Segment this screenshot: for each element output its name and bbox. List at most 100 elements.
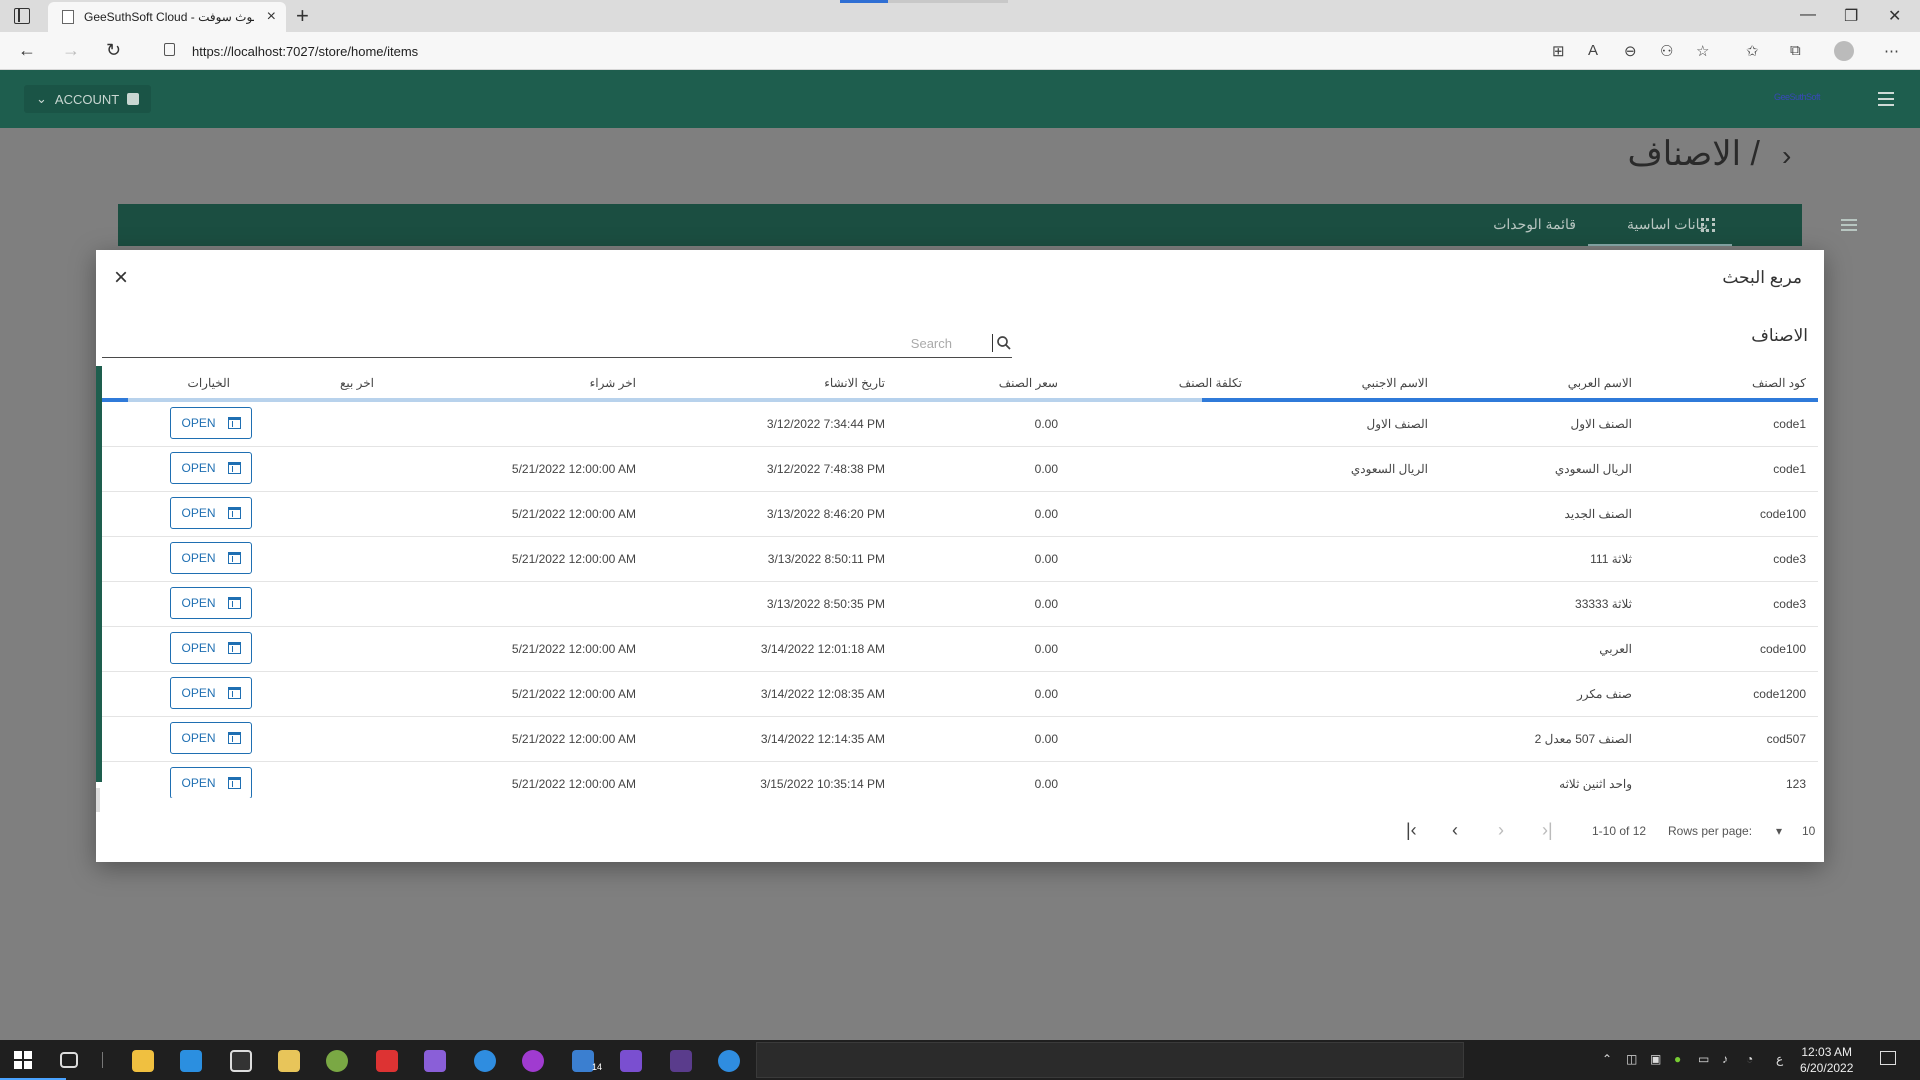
notifications-icon[interactable] <box>1880 1051 1896 1065</box>
url-text[interactable]: https://localhost:7027/store/home/items <box>192 44 418 59</box>
tab-close-icon[interactable]: × <box>267 8 276 26</box>
table-row[interactable]: 123 واحد اثنين ثلاثه 0.00 3/15/2022 10:3… <box>102 762 1818 798</box>
more-icon[interactable]: ⋯ <box>1884 42 1899 60</box>
edge-active-icon[interactable] <box>718 1050 740 1072</box>
minimize-icon[interactable]: — <box>1800 6 1816 24</box>
app-x-icon[interactable] <box>376 1050 398 1072</box>
table-row[interactable]: code100 العربي 0.00 3/14/2022 12:01:18 A… <box>102 627 1818 672</box>
table-row[interactable]: code3 ثلاثة 33333 0.00 3/13/2022 8:50:35… <box>102 582 1818 627</box>
cell-code: cod507 <box>1766 732 1806 746</box>
editor-icon[interactable] <box>230 1050 252 1072</box>
table-row[interactable]: cod507 الصنف 507 معدل 2 0.00 3/14/2022 1… <box>102 717 1818 762</box>
cell-created: 3/13/2022 8:50:11 PM <box>767 552 885 566</box>
zoom-out-icon[interactable]: ⊖ <box>1624 42 1637 60</box>
restore-icon[interactable]: ❐ <box>1844 6 1858 26</box>
collections-icon[interactable]: ⧉ <box>1790 42 1801 59</box>
open-button[interactable]: OPEN <box>170 542 252 574</box>
network-icon[interactable]: ◔ <box>1746 1052 1753 1066</box>
open-label: OPEN <box>181 596 216 610</box>
tray-app-icon[interactable]: ◫ <box>1626 1052 1637 1066</box>
file-explorer-icon[interactable] <box>132 1050 154 1072</box>
col-english-name[interactable]: الاسم الاجنبي <box>1362 376 1428 390</box>
search-icon[interactable] <box>995 334 1013 352</box>
app-badge-icon[interactable] <box>572 1050 594 1072</box>
task-view-icon[interactable] <box>60 1052 78 1068</box>
table-row[interactable]: code100 الصنف الجديد 0.00 3/13/2022 8:46… <box>102 492 1818 537</box>
col-last-buy[interactable]: اخر شراء <box>590 376 636 390</box>
tab-basic-data[interactable]: بيانات اساسية <box>1627 216 1708 233</box>
volume-icon[interactable]: ♪ <box>1722 1052 1728 1066</box>
forward-icon[interactable]: → <box>62 40 80 61</box>
table-row[interactable]: code3 ثلاثة 111 0.00 3/13/2022 8:50:11 P… <box>102 537 1818 582</box>
window-close-icon[interactable]: ✕ <box>1888 6 1901 26</box>
table-row[interactable]: code1 الريال السعودي الريال السعودي 0.00… <box>102 447 1818 492</box>
prev-page-icon[interactable]: ‹ <box>1452 820 1458 841</box>
read-aloud-icon[interactable]: A <box>1588 42 1598 59</box>
open-button[interactable]: OPEN <box>170 587 252 619</box>
vscode-icon[interactable] <box>180 1050 202 1072</box>
tray-chevron-icon[interactable]: ⌃ <box>1602 1052 1612 1066</box>
open-button[interactable]: OPEN <box>170 677 252 709</box>
input-language[interactable]: ع <box>1776 1052 1783 1066</box>
tray-app3-icon[interactable]: ● <box>1674 1052 1681 1066</box>
open-button[interactable]: OPEN <box>170 767 252 798</box>
cell-price: 0.00 <box>1034 777 1058 791</box>
last-page-icon[interactable]: ›| <box>1542 820 1553 841</box>
app-arrow-icon[interactable] <box>424 1050 446 1072</box>
edge-icon[interactable] <box>474 1050 496 1072</box>
col-created[interactable]: تاريخ الانشاء <box>824 376 885 390</box>
refresh-icon[interactable]: ↻ <box>106 40 121 61</box>
cell-price: 0.00 <box>1034 642 1058 656</box>
db-tool-icon[interactable] <box>278 1050 300 1072</box>
next-page-icon[interactable]: › <box>1498 820 1504 841</box>
chrome-icon[interactable] <box>326 1050 348 1072</box>
close-icon[interactable]: × <box>114 264 128 292</box>
favorites-icon[interactable]: ✩ <box>1746 42 1759 60</box>
add-favorite-icon[interactable]: ☆ <box>1696 42 1709 60</box>
apps-icon[interactable]: ⊞ <box>1552 42 1565 60</box>
col-price[interactable]: سعر الصنف <box>999 376 1058 390</box>
browser-tab[interactable]: GeeSuthSoft Cloud - جيسوث سوفت × <box>48 2 286 32</box>
cell-arabic-name: الصنف 507 معدل 2 <box>1534 732 1632 746</box>
battery-icon[interactable]: ▭ <box>1698 1052 1709 1066</box>
active-tab-indicator <box>1588 244 1732 246</box>
first-page-icon[interactable]: |‹ <box>1406 820 1417 841</box>
col-options: الخيارات <box>187 376 230 390</box>
terminal-icon[interactable] <box>670 1050 692 1072</box>
tray-app2-icon[interactable]: ▣ <box>1650 1052 1661 1066</box>
open-button[interactable]: OPEN <box>170 497 252 529</box>
tabs-strip: بيانات اساسية قائمة الوحدات <box>118 204 1857 246</box>
col-last-sell[interactable]: اخر بيع <box>340 376 374 390</box>
clock[interactable]: 12:03 AM 6/20/2022 <box>1800 1044 1853 1076</box>
profile-avatar-icon[interactable] <box>1834 41 1854 61</box>
chevron-right-icon[interactable]: › <box>1782 140 1791 172</box>
rows-per-page-dropdown-icon[interactable]: ▾ <box>1776 824 1782 838</box>
open-button[interactable]: OPEN <box>170 632 252 664</box>
open-button[interactable]: OPEN <box>170 452 252 484</box>
account-menu-button[interactable]: ⌄ ACCOUNT <box>24 85 152 113</box>
col-cost[interactable]: تكلفة الصنف <box>1179 376 1242 390</box>
col-arabic-name[interactable]: الاسم العربي <box>1568 376 1632 390</box>
back-icon[interactable]: ← <box>18 40 36 61</box>
app-s-icon[interactable] <box>522 1050 544 1072</box>
lock-icon[interactable] <box>164 43 175 56</box>
search-input[interactable] <box>102 330 982 356</box>
tab-actions-icon[interactable] <box>14 8 30 24</box>
tab-units-list[interactable]: قائمة الوحدات <box>1493 216 1576 233</box>
extension-icon[interactable]: ⚇ <box>1660 42 1673 60</box>
hamburger-menu-icon[interactable] <box>1878 92 1894 106</box>
taskbar-search-box[interactable] <box>756 1042 1464 1078</box>
cell-code: code3 <box>1773 597 1806 611</box>
page-title: / الاصناف <box>1627 135 1760 173</box>
cell-price: 0.00 <box>1034 687 1058 701</box>
rows-per-page-select[interactable]: 10 <box>1802 824 1815 838</box>
table-row[interactable]: code1200 صنف مكرر 0.00 3/14/2022 12:08:3… <box>102 672 1818 717</box>
windows-start-icon[interactable] <box>14 1051 32 1069</box>
open-button[interactable]: OPEN <box>170 407 252 439</box>
col-code[interactable]: كود الصنف <box>1752 376 1806 390</box>
table-row[interactable]: code1 الصنف الاول الصنف الاول 0.00 3/12/… <box>102 402 1818 447</box>
url-field[interactable]: https://localhost:7027/store/home/items <box>146 37 1706 65</box>
new-tab-icon[interactable]: + <box>296 3 309 29</box>
visual-studio-icon[interactable] <box>620 1050 642 1072</box>
open-button[interactable]: OPEN <box>170 722 252 754</box>
